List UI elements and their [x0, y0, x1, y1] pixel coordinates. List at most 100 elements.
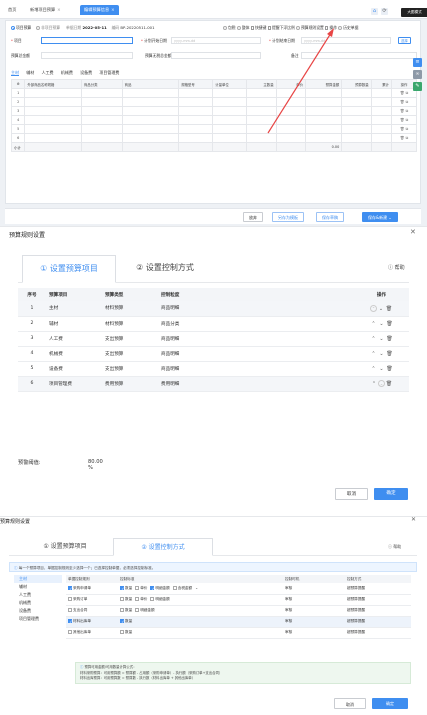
control-granularity[interactable]: 商品分类 — [158, 316, 354, 332]
document-rule[interactable]: 采购订单 — [66, 594, 118, 606]
standard-checkbox[interactable] — [150, 597, 155, 601]
close-icon[interactable]: ✕ — [411, 516, 416, 523]
table-row: 采购订单 数量 单价 明细金额 审核 超预算提醒 — [66, 594, 411, 606]
standard-option[interactable]: 单价 — [135, 597, 147, 601]
control-timing[interactable]: 审核 — [283, 627, 345, 639]
formula-note: ⓘ 预算可用金额/可用数量计算公式： 材料采购预算：可用预算额 = 预算额 - … — [75, 662, 411, 684]
close-icon[interactable]: ✕ — [410, 228, 416, 236]
confirm-button[interactable]: 确定 — [374, 488, 408, 500]
standard-option[interactable]: 数量 — [120, 608, 132, 612]
budget-item-name: 项目管理费 — [46, 376, 102, 392]
help-link[interactable]: ⓘ 帮助 — [388, 544, 401, 550]
chevron-down-icon[interactable]: ⌄ — [195, 586, 198, 590]
delete-icon[interactable]: 🗑 — [386, 351, 394, 357]
document-checkbox[interactable] — [68, 630, 72, 634]
delete-icon[interactable]: 🗑 — [385, 381, 393, 387]
delete-icon[interactable]: 🗑 — [386, 366, 394, 372]
control-granularity[interactable]: 费用明细 — [158, 376, 354, 392]
move-up-icon[interactable]: ⌃ — [370, 304, 377, 312]
control-granularity[interactable]: 商品明细 — [158, 331, 354, 347]
nav-item[interactable]: 设备费 — [14, 607, 62, 615]
standard-checkbox[interactable] — [120, 586, 124, 591]
standard-checkbox[interactable] — [135, 608, 140, 612]
cancel-button[interactable]: 取消 — [335, 488, 368, 500]
move-up-icon[interactable]: ⌃ — [370, 321, 378, 327]
standard-checkbox[interactable] — [120, 619, 124, 624]
step-2-tab[interactable]: ② 设置控制方式 — [113, 538, 213, 556]
standard-option[interactable]: 数量 — [120, 586, 132, 591]
dialog-title: 预算规则设置 — [9, 232, 46, 239]
move-down-icon[interactable]: ⌄ — [378, 366, 386, 372]
nav-item[interactable]: 机械费 — [14, 599, 62, 607]
delete-icon[interactable]: 🗑 — [386, 336, 394, 342]
step-tabs: ① 设置预算项目 ② 设置控制方式 — [18, 255, 409, 283]
step-1-tab[interactable]: ① 设置预算项目 — [22, 255, 116, 283]
control-timing[interactable]: 审核 — [283, 583, 345, 595]
nav-item[interactable]: 项目管理费 — [14, 615, 62, 623]
move-up-icon[interactable]: ⌃ — [370, 336, 378, 342]
delete-icon[interactable]: 🗑 — [385, 306, 393, 312]
standard-label: 数量 — [125, 608, 133, 612]
document-name: 采购申请单 — [73, 585, 91, 590]
control-method[interactable]: 超预算提醒 — [345, 616, 411, 628]
step-1-tab[interactable]: ① 设置预算项目 — [19, 538, 111, 556]
control-method[interactable]: 超预算提醒 — [345, 594, 411, 606]
document-rule[interactable]: 材料出库单 — [66, 616, 118, 628]
control-timing[interactable]: 审核 — [283, 594, 345, 606]
control-method[interactable]: 超预算提醒 — [345, 605, 411, 617]
standard-checkbox[interactable] — [150, 586, 155, 591]
control-granularity[interactable]: 商品明细 — [158, 361, 354, 377]
standard-option[interactable]: 明细金额 — [150, 597, 170, 601]
nav-item[interactable]: 辅材 — [14, 583, 62, 591]
standard-checkbox[interactable] — [120, 608, 124, 612]
control-timing[interactable]: 审核 — [283, 616, 345, 628]
nav-item[interactable]: 人工费 — [14, 591, 62, 599]
standard-option[interactable]: 明细金额 — [135, 608, 155, 612]
step-2-tab[interactable]: ② 设置控制方式 — [118, 255, 212, 283]
row-actions: ⌃ ⌄ 🗑 — [354, 346, 409, 362]
move-down-icon[interactable]: ⌄ — [378, 380, 385, 387]
move-up-icon[interactable]: ⌃ — [370, 366, 378, 372]
help-link[interactable]: ⓘ 帮助 — [388, 264, 405, 271]
standard-option[interactable]: 单价 — [135, 585, 147, 590]
document-rule[interactable]: 采购申请单 — [66, 583, 118, 595]
budget-item-name: 机械费 — [46, 346, 102, 362]
standard-option[interactable]: 数量 — [120, 630, 132, 634]
delete-icon[interactable]: 🗑 — [386, 321, 394, 327]
control-method[interactable]: 超预算提醒 — [345, 583, 411, 595]
standard-checkbox[interactable] — [135, 597, 140, 601]
move-down-icon[interactable]: ⌄ — [378, 336, 386, 342]
document-checkbox[interactable] — [68, 597, 72, 601]
standard-checkbox[interactable] — [135, 585, 140, 590]
confirm-button[interactable]: 确定 — [372, 698, 408, 709]
row-actions: ⌃ ⌄ 🗑 — [354, 331, 409, 347]
move-up-icon[interactable]: ⌃ — [370, 381, 378, 387]
standard-checkbox[interactable] — [120, 597, 124, 601]
standard-checkbox[interactable] — [172, 585, 177, 590]
table-row: 5 设备费 支出预算 商品明细 ⌃ ⌄ 🗑 — [18, 361, 409, 377]
document-rule[interactable]: 支出合同 — [66, 605, 118, 617]
step-tabs: ① 设置预算项目 ② 设置控制方式 — [9, 538, 417, 556]
standard-option[interactable]: 数量 — [120, 619, 132, 624]
threshold-value[interactable]: 80.00 % — [88, 459, 103, 471]
document-rule[interactable]: 其他出库单 — [66, 627, 118, 639]
control-method[interactable]: 超预算提醒 — [345, 627, 411, 639]
document-checkbox[interactable] — [68, 586, 72, 591]
standard-option[interactable]: 含税金额 — [172, 585, 192, 590]
move-up-icon[interactable]: ⌃ — [370, 351, 378, 357]
document-checkbox[interactable] — [68, 619, 72, 624]
standard-option[interactable]: 明细金额 — [150, 586, 170, 591]
move-down-icon[interactable]: ⌄ — [378, 351, 386, 357]
document-checkbox[interactable] — [68, 608, 72, 612]
standard-checkbox[interactable] — [120, 630, 124, 634]
nav-item[interactable]: 主材 — [14, 575, 62, 583]
control-granularity[interactable]: 商品明细 — [158, 301, 354, 317]
move-down-icon[interactable]: ⌄ — [377, 306, 385, 312]
control-timing[interactable]: 审核 — [283, 605, 345, 617]
move-down-icon[interactable]: ⌄ — [378, 321, 386, 327]
warning-threshold: 预警阈值: 80.00 % — [18, 459, 103, 471]
control-granularity[interactable]: 商品明细 — [158, 346, 354, 362]
cancel-button[interactable]: 取消 — [334, 698, 366, 709]
standard-option[interactable]: 数量 — [120, 597, 132, 601]
annotation-arrow — [267, 28, 334, 134]
